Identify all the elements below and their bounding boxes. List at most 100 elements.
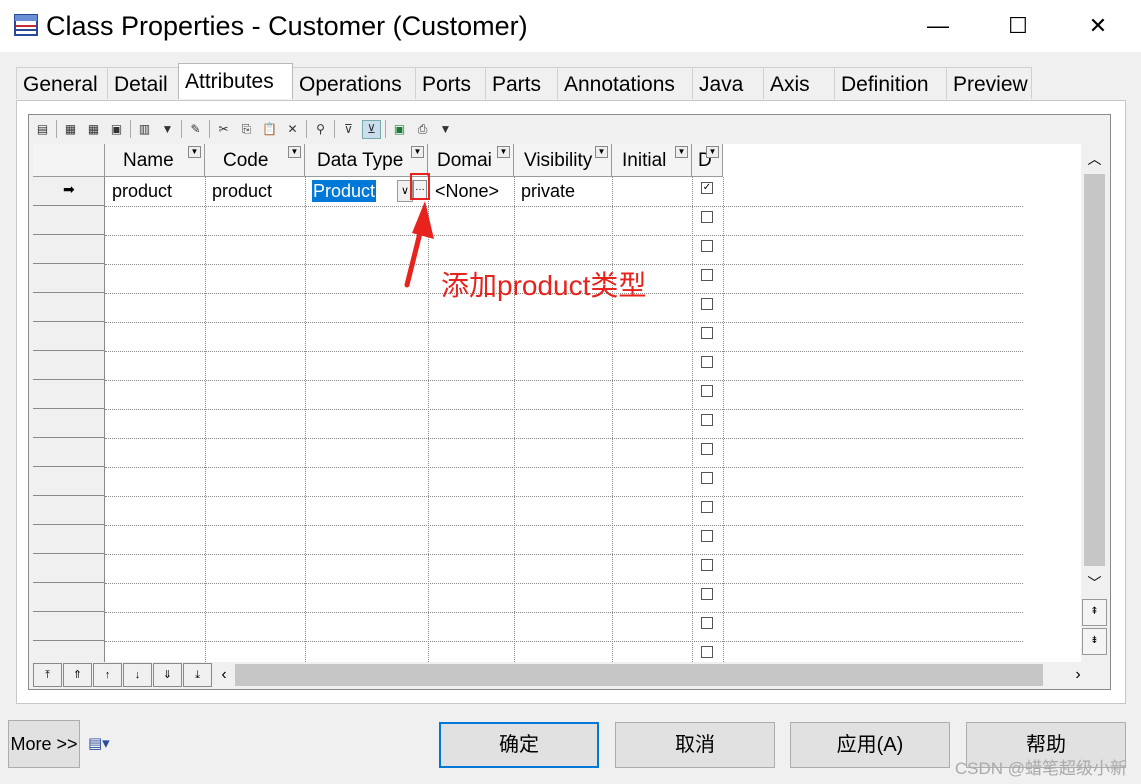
property-sheet-menu-icon[interactable]: ▤▾ xyxy=(88,734,110,752)
row-header[interactable] xyxy=(33,496,105,525)
add-attribute-icon[interactable]: ▣ xyxy=(107,120,126,139)
derived-checkbox[interactable]: ✓ xyxy=(701,182,713,194)
chevron-down-icon[interactable]: ▼ xyxy=(158,120,177,139)
more-button[interactable]: More >> xyxy=(8,720,80,768)
row-header[interactable] xyxy=(33,409,105,438)
scroll-to-bottom-icon[interactable]: ⇟ xyxy=(1082,628,1107,655)
derived-checkbox[interactable] xyxy=(701,298,713,310)
derived-checkbox[interactable] xyxy=(701,530,713,542)
move-to-top-icon[interactable]: ⤒ xyxy=(33,663,62,687)
delete-icon[interactable]: ✕ xyxy=(283,120,302,139)
tab-parts[interactable]: Parts xyxy=(485,67,558,99)
derived-checkbox[interactable] xyxy=(701,211,713,223)
row-header[interactable] xyxy=(33,467,105,496)
move-down-icon[interactable]: ↓ xyxy=(123,663,152,687)
derived-checkbox[interactable] xyxy=(701,356,713,368)
column-header-initial[interactable]: Initial ▼ xyxy=(612,144,692,177)
derived-checkbox[interactable] xyxy=(701,588,713,600)
copy-icon[interactable]: ⎘ xyxy=(237,120,256,139)
cell-code[interactable]: product xyxy=(212,177,272,205)
print-icon[interactable]: ⎙ xyxy=(413,120,432,139)
row-header[interactable] xyxy=(33,322,105,351)
derived-checkbox[interactable] xyxy=(701,617,713,629)
row-header[interactable] xyxy=(33,235,105,264)
find-icon[interactable]: ⚲ xyxy=(311,120,330,139)
cancel-button[interactable]: 取消 xyxy=(615,722,775,768)
column-header-domain[interactable]: Domai ▼ xyxy=(428,144,514,177)
cell-visibility[interactable]: private xyxy=(521,177,575,205)
scroll-to-top-icon[interactable]: ⇞ xyxy=(1082,599,1107,626)
row-header[interactable] xyxy=(33,206,105,235)
filter-dropdown-icon[interactable]: ▼ xyxy=(675,146,688,158)
excel-icon[interactable]: ▣ xyxy=(390,120,409,139)
derived-checkbox[interactable] xyxy=(701,472,713,484)
tab-preview[interactable]: Preview xyxy=(946,67,1032,99)
filter-icon[interactable]: ⊽ xyxy=(339,120,358,139)
filter-dropdown-icon[interactable]: ▼ xyxy=(706,146,719,158)
filter-dropdown-icon[interactable]: ▼ xyxy=(595,146,608,158)
tab-general[interactable]: General xyxy=(16,67,108,99)
tab-definition[interactable]: Definition xyxy=(834,67,947,99)
row-header[interactable] xyxy=(33,293,105,322)
move-to-bottom-icon[interactable]: ⤓ xyxy=(183,663,212,687)
move-up-icon[interactable]: ↑ xyxy=(93,663,122,687)
row-header[interactable] xyxy=(33,351,105,380)
filter-dropdown-icon[interactable]: ▼ xyxy=(188,146,201,158)
tab-java[interactable]: Java xyxy=(692,67,764,99)
tab-attributes[interactable]: Attributes xyxy=(178,63,293,99)
row-header[interactable] xyxy=(33,612,105,641)
properties-icon[interactable]: ▤ xyxy=(33,120,52,139)
row-header[interactable]: ➡ xyxy=(33,177,105,206)
scroll-down-icon[interactable]: ﹀ xyxy=(1081,568,1108,598)
cut-icon[interactable]: ✂ xyxy=(214,120,233,139)
paste-icon[interactable]: 📋 xyxy=(260,120,279,139)
row-header[interactable] xyxy=(33,554,105,583)
move-page-down-icon[interactable]: ⇓ xyxy=(153,663,182,687)
derived-checkbox[interactable] xyxy=(701,443,713,455)
column-header-code[interactable]: Code ▼ xyxy=(205,144,305,177)
tab-operations[interactable]: Operations xyxy=(292,67,416,99)
close-button[interactable]: ✕ xyxy=(1068,0,1128,52)
derived-checkbox[interactable] xyxy=(701,240,713,252)
apply-button[interactable]: 应用(A) xyxy=(790,722,950,768)
filter-dropdown-icon[interactable]: ▼ xyxy=(497,146,510,158)
scroll-right-icon[interactable]: › xyxy=(1067,666,1089,684)
vertical-scrollbar[interactable]: ︿ ﹀ ⇞ ⇟ xyxy=(1081,144,1108,662)
derived-checkbox[interactable] xyxy=(701,269,713,281)
scrollbar-thumb[interactable] xyxy=(1084,174,1105,566)
new-icon[interactable]: ✎ xyxy=(186,120,205,139)
cell-name[interactable]: product xyxy=(112,177,172,205)
maximize-button[interactable]: ☐ xyxy=(988,0,1048,52)
row-header[interactable] xyxy=(33,641,105,662)
derived-checkbox[interactable] xyxy=(701,327,713,339)
filter-dropdown-icon[interactable]: ▼ xyxy=(288,146,301,158)
column-header-derived[interactable]: D ▼ xyxy=(692,144,723,177)
scroll-up-icon[interactable]: ︿ xyxy=(1081,144,1108,174)
ok-button[interactable]: 确定 xyxy=(439,722,599,768)
add-row-icon[interactable]: ▦ xyxy=(61,120,80,139)
row-header[interactable] xyxy=(33,583,105,612)
cell-domain[interactable]: <None> xyxy=(435,177,499,205)
row-header[interactable] xyxy=(33,525,105,554)
tab-ports[interactable]: Ports xyxy=(415,67,486,99)
horizontal-scrollbar-thumb[interactable] xyxy=(235,664,1043,686)
row-header[interactable] xyxy=(33,438,105,467)
derived-checkbox[interactable] xyxy=(701,385,713,397)
view-icon[interactable]: ▥ xyxy=(135,120,154,139)
filter-dropdown-icon[interactable]: ▼ xyxy=(411,146,424,158)
chevron-down-icon[interactable]: ▼ xyxy=(436,120,455,139)
derived-checkbox[interactable] xyxy=(701,559,713,571)
tab-annotations[interactable]: Annotations xyxy=(557,67,693,99)
tab-axis[interactable]: Axis xyxy=(763,67,835,99)
derived-checkbox[interactable] xyxy=(701,501,713,513)
filter-toggle-icon[interactable]: ⊻ xyxy=(362,119,381,139)
insert-row-icon[interactable]: ▦ xyxy=(84,120,103,139)
scroll-left-icon[interactable]: ‹ xyxy=(213,666,235,684)
derived-checkbox[interactable] xyxy=(701,646,713,658)
tab-detail[interactable]: Detail xyxy=(107,67,179,99)
column-header-visibility[interactable]: Visibility ▼ xyxy=(514,144,612,177)
column-header-name[interactable]: Name ▼ xyxy=(105,144,205,177)
row-header[interactable] xyxy=(33,264,105,293)
minimize-button[interactable]: — xyxy=(908,0,968,52)
derived-checkbox[interactable] xyxy=(701,414,713,426)
